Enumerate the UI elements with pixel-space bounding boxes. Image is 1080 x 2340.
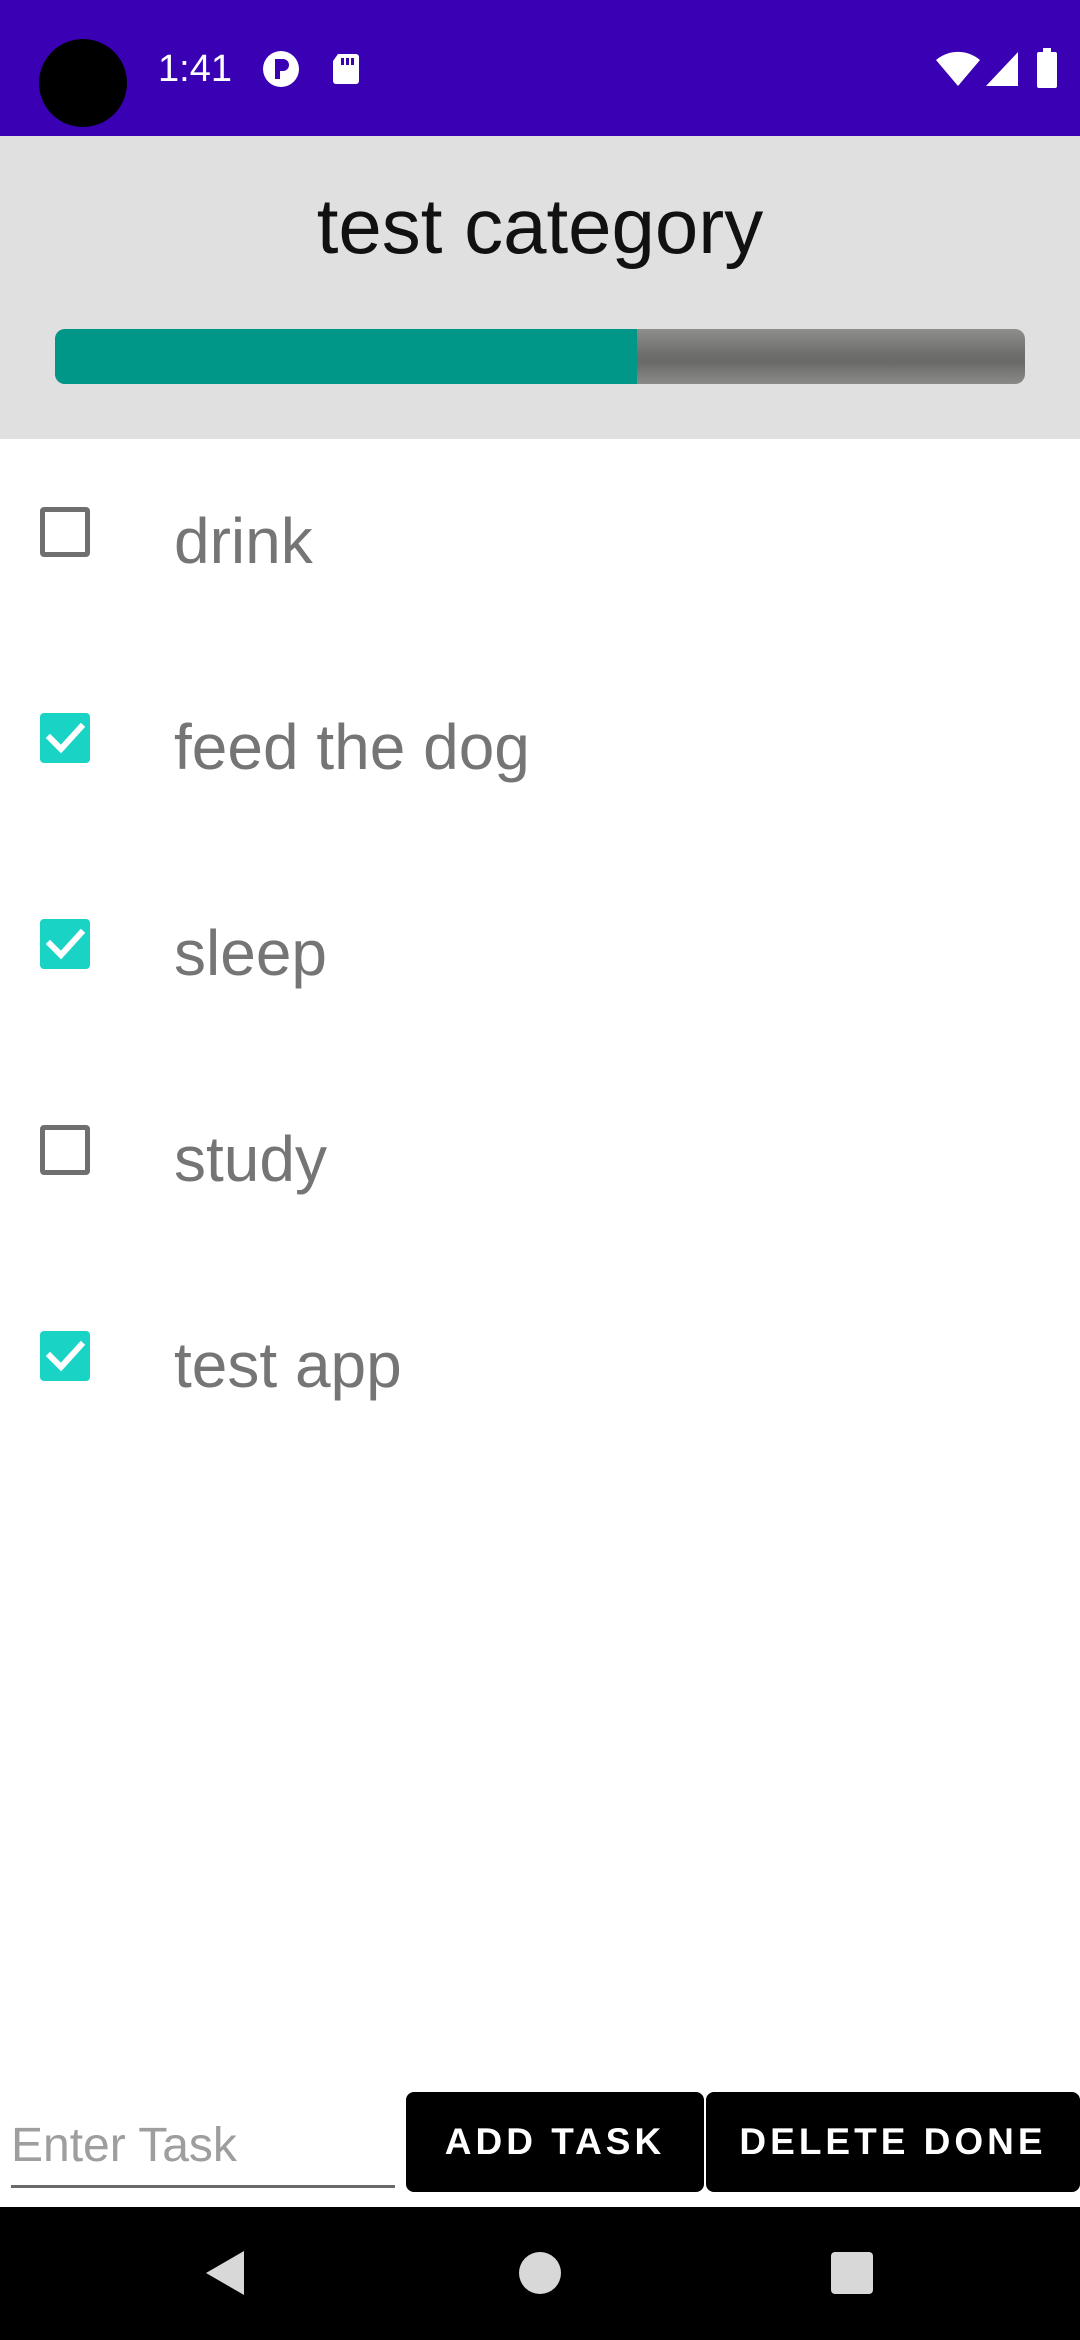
task-label: test app (174, 1329, 402, 1401)
delete-done-button[interactable]: DELETE DONE (706, 2092, 1080, 2192)
checkbox-checked[interactable] (40, 1331, 90, 1381)
cell-signal-icon (986, 52, 1018, 86)
add-task-button[interactable]: ADD TASK (406, 2092, 704, 2192)
task-label: drink (174, 505, 313, 577)
task-row[interactable]: test app (0, 1263, 1080, 1469)
task-label: feed the dog (174, 711, 530, 783)
camera-cutout (39, 39, 127, 127)
battery-icon (1037, 48, 1057, 88)
checkmark-icon (45, 1340, 86, 1372)
wifi-icon (936, 51, 980, 86)
task-row[interactable]: sleep (0, 851, 1080, 1057)
notification-p-icon (263, 51, 299, 87)
task-input[interactable] (11, 2105, 395, 2188)
checkmark-icon (45, 928, 86, 960)
task-row[interactable]: study (0, 1057, 1080, 1263)
checkmark-icon (45, 722, 86, 754)
task-label: study (174, 1123, 327, 1195)
status-time: 1:41 (158, 48, 232, 90)
navigation-bar (0, 2207, 1080, 2340)
status-bar: 1:41 (0, 0, 1080, 136)
progress-bar (55, 329, 1025, 384)
task-row[interactable]: drink (0, 439, 1080, 645)
progress-fill (55, 329, 637, 384)
back-icon[interactable] (196, 2243, 256, 2303)
checkbox-unchecked[interactable] (40, 507, 90, 557)
checkbox-unchecked[interactable] (40, 1125, 90, 1175)
checkbox-checked[interactable] (40, 713, 90, 763)
recents-icon[interactable] (822, 2243, 882, 2303)
task-label: sleep (174, 917, 327, 989)
home-icon[interactable] (510, 2243, 570, 2303)
task-row[interactable]: feed the dog (0, 645, 1080, 851)
sd-card-icon (333, 54, 359, 84)
category-header: test category (0, 136, 1080, 439)
page-title: test category (316, 182, 764, 270)
checkbox-checked[interactable] (40, 919, 90, 969)
